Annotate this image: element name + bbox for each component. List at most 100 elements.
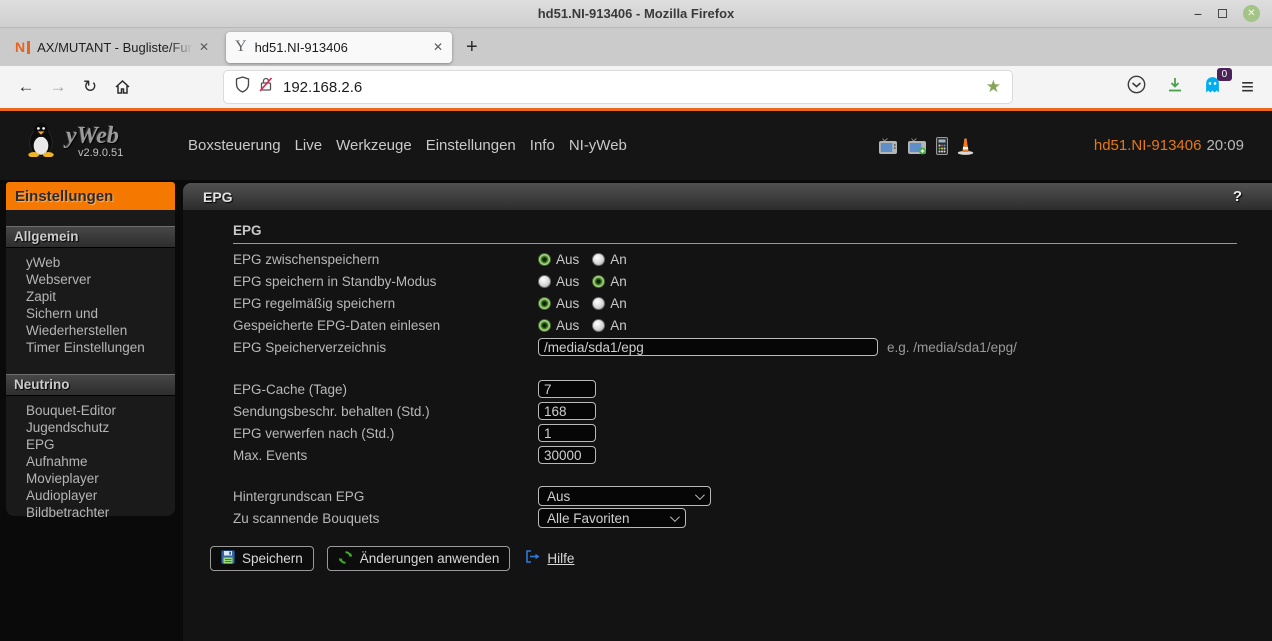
radio-icon[interactable] (538, 275, 551, 288)
sidebar-item-zapit[interactable]: Zapit (6, 288, 175, 305)
sidebar-item-audioplayer[interactable]: Audioplayer (6, 487, 175, 504)
radio-label: An (610, 296, 627, 311)
save-button[interactable]: Speichern (210, 546, 314, 571)
radio-option-aus[interactable]: Aus (538, 296, 579, 311)
help-question-icon[interactable]: ? (1233, 188, 1242, 205)
window-title: hd51.NI-913406 - Mozilla Firefox (0, 6, 1272, 21)
radio-option-an[interactable]: An (592, 252, 627, 267)
scan-bouquets-select[interactable]: Alle Favoriten (538, 508, 686, 528)
sidebar-panel: Allgemein yWeb Webserver Zapit Sichern u… (6, 210, 175, 516)
radio-icon[interactable] (592, 253, 605, 266)
description-keep-input[interactable] (538, 402, 596, 420)
sidebar: Einstellungen Allgemein yWeb Webserver Z… (6, 182, 175, 516)
tab-close-icon[interactable]: ✕ (433, 40, 443, 54)
radio-icon[interactable] (538, 297, 551, 310)
chevron-down-icon (670, 512, 680, 522)
insecure-lock-icon[interactable] (258, 76, 274, 98)
ni-forum-favicon-bar (27, 41, 30, 54)
refresh-arrows-icon (338, 550, 353, 568)
help-link[interactable]: Hilfe (547, 551, 574, 566)
sidebar-items-allgemein: yWeb Webserver Zapit Sichern und Wiederh… (6, 248, 175, 362)
row-epg-standby: EPG speichern in Standby-Modus Aus An (233, 270, 1272, 292)
sidebar-items-neutrino: Bouquet-Editor Jugendschutz EPG Aufnahme… (6, 396, 175, 527)
radio-icon[interactable] (538, 319, 551, 332)
sidebar-item-yweb[interactable]: yWeb (6, 254, 175, 271)
sidebar-item-jugendschutz[interactable]: Jugendschutz (6, 419, 175, 436)
nav-einstellungen[interactable]: Einstellungen (426, 137, 516, 154)
yweb-logo[interactable]: yWeb v2.9.0.51 (26, 121, 123, 162)
ghostery-icon[interactable]: 0 (1204, 76, 1221, 98)
radio-option-an[interactable]: An (592, 318, 627, 333)
sidebar-section-neutrino: Neutrino (6, 374, 175, 396)
epg-directory-input[interactable] (538, 338, 878, 356)
max-events-input[interactable] (538, 446, 596, 464)
url-text[interactable]: 192.168.2.6 (283, 79, 986, 96)
nav-live[interactable]: Live (295, 137, 323, 154)
radio-label: An (610, 318, 627, 333)
page-title: EPG (203, 189, 233, 205)
shield-icon[interactable] (235, 76, 250, 98)
section-divider (233, 243, 1237, 244)
background-scan-select[interactable]: Aus (538, 486, 711, 506)
window-titlebar: hd51.NI-913406 - Mozilla Firefox − ✕ (0, 0, 1272, 28)
pocket-icon[interactable] (1127, 75, 1146, 99)
sidebar-item-epg[interactable]: EPG (6, 436, 175, 453)
bookmark-star-icon[interactable]: ★ (986, 77, 1001, 97)
selected-value: Aus (547, 489, 570, 504)
tv-icon[interactable] (878, 138, 898, 160)
remote-control-icon[interactable] (936, 137, 948, 160)
tab-close-icon[interactable]: ✕ (199, 40, 209, 54)
epg-discard-input[interactable] (538, 424, 596, 442)
sidebar-item-bouquet-editor[interactable]: Bouquet-Editor (6, 402, 175, 419)
field-label: Gespeicherte EPG-Daten einlesen (233, 318, 538, 333)
yweb-page: yWeb v2.9.0.51 Boxsteuerung Live Werkzeu… (0, 111, 1272, 641)
tux-penguin-icon (26, 121, 56, 162)
close-icon[interactable]: ✕ (1243, 5, 1260, 22)
nav-ni-yweb[interactable]: NI-yWeb (569, 137, 627, 154)
home-icon[interactable] (106, 72, 138, 102)
field-label: Sendungsbeschr. behalten (Std.) (233, 404, 538, 419)
nav-boxsteuerung[interactable]: Boxsteuerung (188, 137, 281, 154)
forward-icon[interactable]: → (42, 72, 74, 102)
download-icon[interactable] (1166, 76, 1184, 99)
radio-icon[interactable] (538, 253, 551, 266)
radio-option-an[interactable]: An (592, 274, 627, 289)
reload-icon[interactable]: ↻ (74, 72, 106, 102)
radio-label: An (610, 252, 627, 267)
sidebar-gap (6, 362, 175, 374)
sidebar-section-allgemein: Allgemein (6, 226, 175, 248)
minimize-icon[interactable]: − (1194, 9, 1202, 19)
sidebar-item-movieplayer[interactable]: Movieplayer (6, 470, 175, 487)
new-tab-button[interactable]: + (466, 36, 478, 59)
sidebar-item-webserver[interactable]: Webserver (6, 271, 175, 288)
row-epg-regelmaessig: EPG regelmäßig speichern Aus An (233, 292, 1272, 314)
radio-option-aus[interactable]: Aus (538, 318, 579, 333)
ghostery-badge: 0 (1217, 68, 1233, 81)
radio-icon[interactable] (592, 319, 605, 332)
help-link-wrap: Hilfe (526, 550, 574, 568)
tab-bugliste[interactable]: N AX/MUTANT - Bugliste/Funk ✕ (6, 32, 218, 63)
vlc-cone-icon[interactable] (957, 137, 974, 160)
radio-icon[interactable] (592, 275, 605, 288)
apply-changes-button[interactable]: Änderungen anwenden (327, 546, 511, 571)
nav-info[interactable]: Info (530, 137, 555, 154)
tab-hd51[interactable]: Y hd51.NI-913406 ✕ (226, 32, 452, 63)
back-icon[interactable]: ← (10, 72, 42, 102)
row-zu-scannende-bouquets: Zu scannende Bouquets Alle Favoriten (233, 507, 1272, 529)
sidebar-item-timer[interactable]: Timer Einstellungen (6, 339, 175, 356)
epg-cache-input[interactable] (538, 380, 596, 398)
sidebar-item-aufnahme[interactable]: Aufnahme (6, 453, 175, 470)
menu-icon[interactable]: ≡ (1241, 74, 1254, 100)
selected-value: Alle Favoriten (547, 511, 630, 526)
radio-option-an[interactable]: An (592, 296, 627, 311)
sidebar-item-sichern[interactable]: Sichern und Wiederherstellen (6, 305, 175, 339)
radio-option-aus[interactable]: Aus (538, 274, 579, 289)
sidebar-item-bildbetrachter[interactable]: Bildbetrachter (6, 504, 175, 521)
url-bar[interactable]: 192.168.2.6 ★ (224, 71, 1012, 103)
restore-icon[interactable] (1218, 9, 1227, 18)
radio-option-aus[interactable]: Aus (538, 252, 579, 267)
radio-icon[interactable] (592, 297, 605, 310)
yweb-logo-text: yWeb v2.9.0.51 (66, 125, 123, 159)
nav-werkzeuge[interactable]: Werkzeuge (336, 137, 412, 154)
tv-add-icon[interactable] (907, 138, 927, 160)
